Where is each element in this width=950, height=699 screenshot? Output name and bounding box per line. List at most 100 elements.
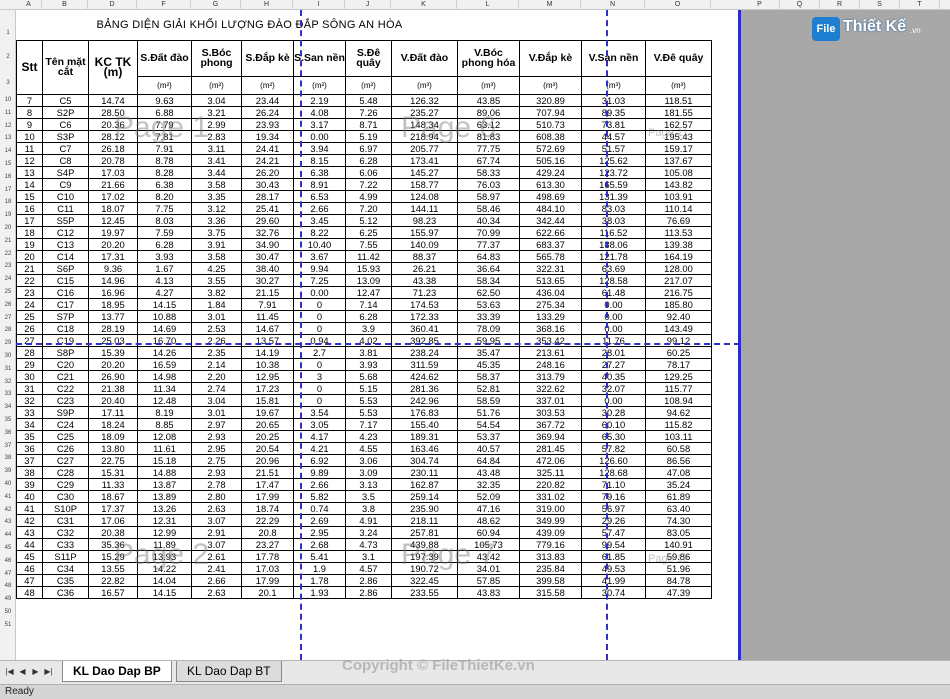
row-header[interactable]: 13 bbox=[0, 135, 15, 141]
table-cell[interactable]: 13 bbox=[16, 165, 43, 179]
table-cell[interactable]: 20.25 bbox=[241, 429, 294, 443]
table-cell[interactable]: 9.36 bbox=[88, 261, 138, 275]
table-cell[interactable]: 128.58 bbox=[581, 273, 646, 287]
table-cell[interactable]: 322.45 bbox=[391, 573, 458, 587]
table-cell[interactable]: 9.63 bbox=[137, 93, 192, 107]
table-cell[interactable]: 18 bbox=[16, 225, 43, 239]
table-cell[interactable]: 125.62 bbox=[581, 153, 646, 167]
table-cell[interactable]: 32.35 bbox=[457, 477, 520, 491]
table-cell[interactable]: 23.44 bbox=[241, 93, 294, 107]
table-cell[interactable]: 197.39 bbox=[391, 549, 458, 563]
table-cell[interactable]: 505.16 bbox=[519, 153, 582, 167]
table-cell[interactable]: S5P bbox=[42, 213, 89, 227]
table-cell[interactable]: C13 bbox=[42, 237, 89, 251]
table-cell[interactable]: 185.80 bbox=[645, 297, 712, 311]
table-cell[interactable]: 13.87 bbox=[137, 477, 192, 491]
table-cell[interactable]: 43 bbox=[16, 525, 43, 539]
table-cell[interactable]: 337.01 bbox=[519, 393, 582, 407]
table-cell[interactable]: 4.27 bbox=[137, 285, 192, 299]
table-cell[interactable]: 39 bbox=[16, 477, 43, 491]
table-cell[interactable]: 8.20 bbox=[137, 189, 192, 203]
table-cell[interactable]: 116.52 bbox=[581, 225, 646, 239]
table-cell[interactable]: 20.40 bbox=[88, 393, 138, 407]
table-cell[interactable]: S2P bbox=[42, 105, 89, 119]
table-cell[interactable]: C32 bbox=[42, 525, 89, 539]
row-header[interactable]: 16 bbox=[0, 174, 15, 180]
table-cell[interactable]: 16 bbox=[16, 201, 43, 215]
table-cell[interactable]: 3.8 bbox=[345, 501, 392, 515]
table-cell[interactable]: 67.74 bbox=[457, 153, 520, 167]
table-cell[interactable]: 20.78 bbox=[88, 153, 138, 167]
table-cell[interactable]: 2.99 bbox=[191, 117, 242, 131]
table-cell[interactable]: 369.94 bbox=[519, 429, 582, 443]
table-cell[interactable]: 513.65 bbox=[519, 273, 582, 287]
table-cell[interactable]: 360.41 bbox=[391, 321, 458, 335]
table-cell[interactable]: 217.07 bbox=[645, 273, 712, 287]
table-cell[interactable]: 15.39 bbox=[88, 345, 138, 359]
row-header[interactable]: 15 bbox=[0, 161, 15, 167]
table-cell[interactable]: 14 bbox=[16, 177, 43, 191]
table-cell[interactable]: 21.38 bbox=[88, 381, 138, 395]
row-header[interactable]: 3 bbox=[0, 80, 15, 86]
table-cell[interactable]: 14.22 bbox=[137, 561, 192, 575]
table-cell[interactable]: 257.81 bbox=[391, 525, 458, 539]
table-cell[interactable]: 17.23 bbox=[241, 381, 294, 395]
table-cell[interactable]: 159.17 bbox=[645, 141, 712, 155]
table-cell[interactable]: 181.55 bbox=[645, 105, 712, 119]
row-header[interactable]: 21 bbox=[0, 238, 15, 244]
table-cell[interactable]: 86.56 bbox=[645, 453, 712, 467]
table-cell[interactable]: 2.91 bbox=[191, 525, 242, 539]
table-cell[interactable]: 118.51 bbox=[645, 93, 712, 107]
table-cell[interactable]: 13.93 bbox=[137, 549, 192, 563]
table-cell[interactable]: 2.14 bbox=[191, 357, 242, 371]
table-cell[interactable]: 14.26 bbox=[137, 345, 192, 359]
table-cell[interactable]: 164.19 bbox=[645, 249, 712, 263]
column-header[interactable]: A bbox=[16, 0, 42, 10]
table-cell[interactable]: 162.57 bbox=[645, 117, 712, 131]
table-cell[interactable]: 19.34 bbox=[241, 129, 294, 143]
table-cell[interactable]: 26.18 bbox=[88, 141, 138, 155]
table-cell[interactable]: 2.63 bbox=[191, 585, 242, 599]
row-header[interactable]: 23 bbox=[0, 263, 15, 269]
table-cell[interactable]: 2.80 bbox=[191, 489, 242, 503]
table-cell[interactable]: 242.96 bbox=[391, 393, 458, 407]
table-cell[interactable]: 78.09 bbox=[457, 321, 520, 335]
table-cell[interactable]: 20.20 bbox=[88, 237, 138, 251]
table-cell[interactable]: 38.03 bbox=[581, 213, 646, 227]
table-cell[interactable]: 683.37 bbox=[519, 237, 582, 251]
table-cell[interactable]: 572.69 bbox=[519, 141, 582, 155]
row-header[interactable]: 30 bbox=[0, 353, 15, 359]
table-cell[interactable]: 22 bbox=[16, 273, 43, 287]
table-cell[interactable]: C18 bbox=[42, 321, 89, 335]
table-cell[interactable]: 99.54 bbox=[581, 537, 646, 551]
table-cell[interactable]: 19.97 bbox=[88, 225, 138, 239]
table-cell[interactable]: 128.00 bbox=[645, 261, 712, 275]
table-cell[interactable]: 26.21 bbox=[391, 261, 458, 275]
table-cell[interactable]: 15.93 bbox=[345, 261, 392, 275]
table-cell[interactable]: 23 bbox=[16, 285, 43, 299]
table-cell[interactable]: 26.24 bbox=[241, 105, 294, 119]
table-cell[interactable]: 565.78 bbox=[519, 249, 582, 263]
table-cell[interactable]: 20.8 bbox=[241, 525, 294, 539]
row-header[interactable]: 31 bbox=[0, 366, 15, 372]
table-cell[interactable]: 129.25 bbox=[645, 369, 712, 383]
table-cell[interactable]: 28.12 bbox=[88, 129, 138, 143]
table-cell[interactable]: 13.80 bbox=[88, 441, 138, 455]
column-header[interactable]: I bbox=[293, 0, 345, 10]
row-header[interactable]: 26 bbox=[0, 302, 15, 308]
table-cell[interactable]: S11P bbox=[42, 549, 89, 563]
table-cell[interactable]: 8.78 bbox=[137, 153, 192, 167]
table-cell[interactable]: 54.54 bbox=[457, 417, 520, 431]
table-cell[interactable]: 3.07 bbox=[191, 537, 242, 551]
table-cell[interactable]: 58.33 bbox=[457, 165, 520, 179]
table-cell[interactable]: C30 bbox=[42, 489, 89, 503]
table-cell[interactable]: 14.15 bbox=[137, 585, 192, 599]
table-cell[interactable]: 233.55 bbox=[391, 585, 458, 599]
table-cell[interactable]: 15.31 bbox=[88, 465, 138, 479]
table-cell[interactable]: 17.47 bbox=[241, 477, 294, 491]
table-cell[interactable]: 367.72 bbox=[519, 417, 582, 431]
table-cell[interactable]: 0.00 bbox=[581, 309, 646, 323]
table-cell[interactable]: 3.36 bbox=[191, 213, 242, 227]
table-cell[interactable]: 89.06 bbox=[457, 105, 520, 119]
prev-sheet-icon[interactable]: ◀ bbox=[17, 666, 28, 678]
